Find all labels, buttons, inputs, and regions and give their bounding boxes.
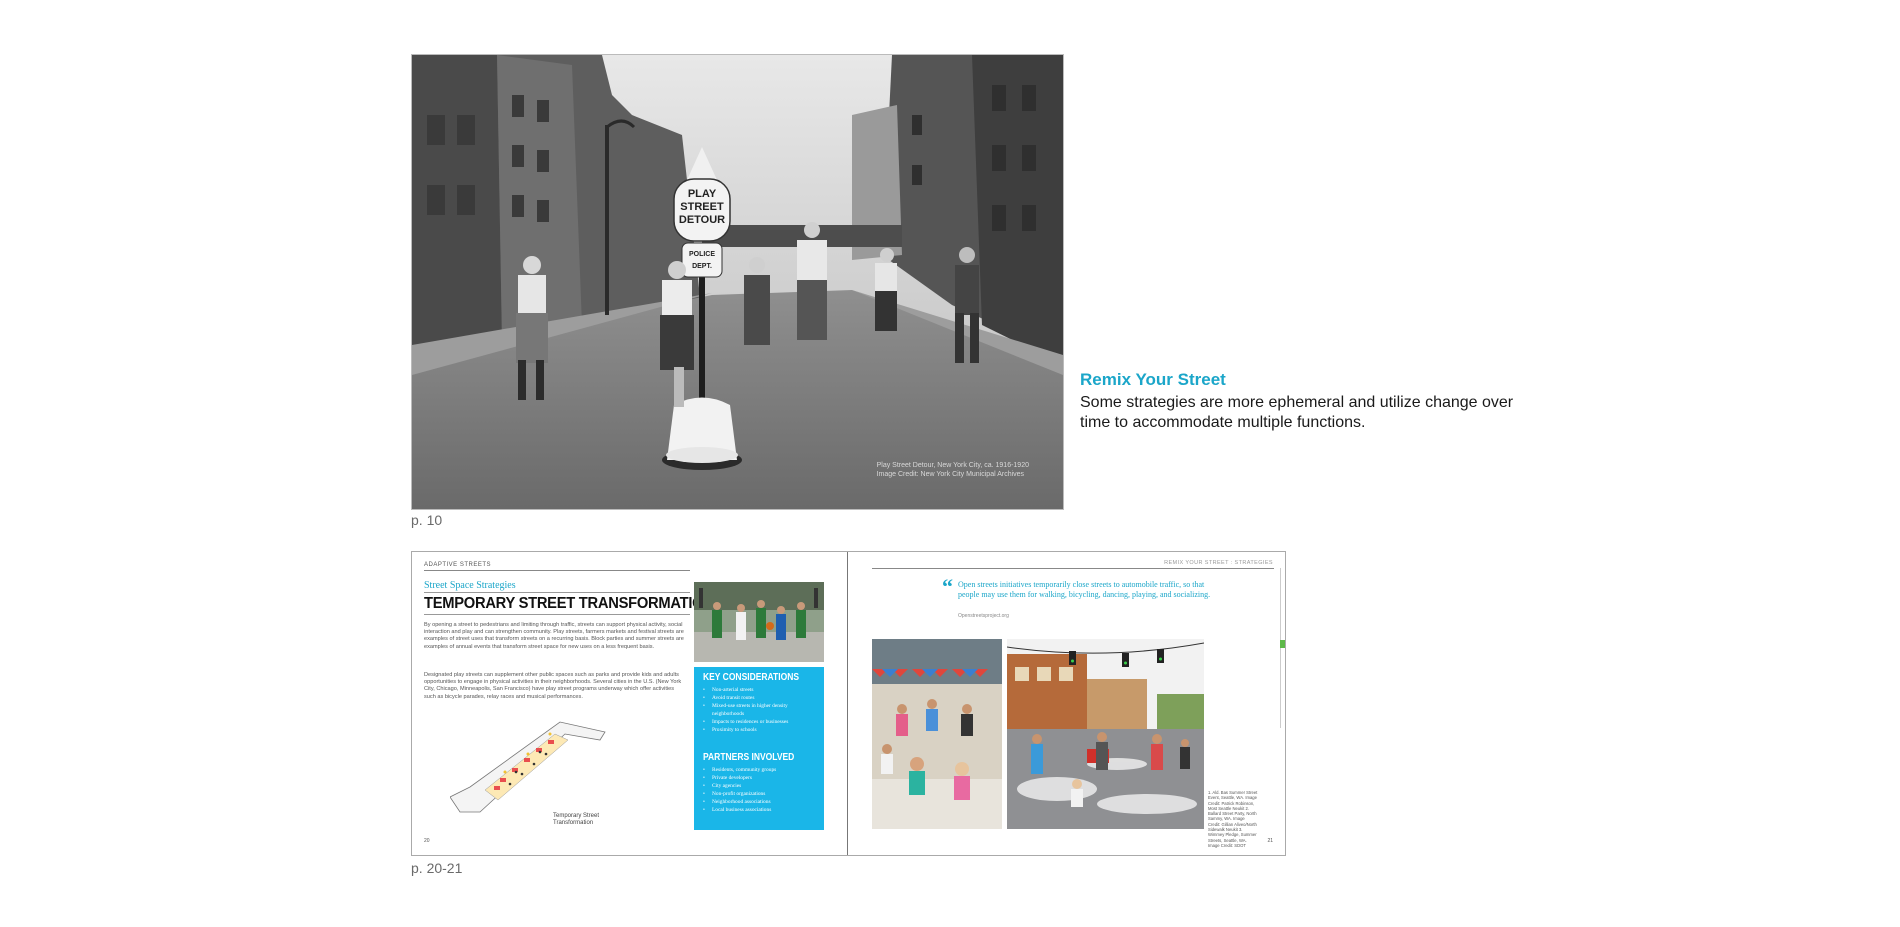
right-rule-top [872,568,1274,569]
partner-item: Local business associations [703,806,821,814]
partners-involved-title: PARTNERS INVOLVED [703,752,795,763]
photo-illustration: PLAY STREET DETOUR POLICE DEPT. [412,55,1063,509]
section-headline: TEMPORARY STREET TRANSFORMATION [424,595,714,612]
left-rule-top [424,570,690,571]
photo-credit-line-1: Play Street Detour, New York City, ca. 1… [876,462,1029,469]
intro-block: Remix Your Street Some strategies are mo… [1080,370,1520,433]
basketball-photo [694,582,824,662]
sign-line-1: PLAY [688,188,717,200]
left-page: ADAPTIVE STREETS Street Space Strategies… [412,552,847,855]
right-page: REMIX YOUR STREET : STRATEGIES “ Open st… [848,552,1285,855]
intro-title: Remix Your Street [1080,370,1226,389]
intro-text: Some strategies are more ephemeral and u… [1080,394,1514,431]
diagram-label: Temporary Street Transformation [553,813,599,827]
left-page-number: 20 [424,838,430,844]
page-caption-p20-21: p. 20-21 [411,860,463,876]
photo-caption: 1. Ald. Bas Summer Street Event, Seattle… [1208,790,1258,848]
street-party-photo [1007,639,1204,829]
sign-line-3: DETOUR [679,214,725,226]
key-item: Non-arterial streets [703,686,821,694]
key-considerations-title: KEY CONSIDERATIONS [703,672,800,683]
partner-item: Non-profit organizations [703,790,821,798]
left-rule-bottom [424,614,690,615]
right-running-head: REMIX YOUR STREET : STRATEGIES [1164,560,1273,566]
left-rule-mid [424,592,690,593]
page-spread: ADAPTIVE STREETS Street Space Strategies… [411,551,1286,856]
key-item: Proximity to schools [703,726,821,734]
quote-mark-icon: “ [942,574,953,599]
partners-list: Residents, community groups Private deve… [703,766,821,814]
right-page-number: 21 [1267,838,1273,844]
key-item: Impacts to residences or businesses [703,718,821,726]
pull-quote: Open streets initiatives temporarily clo… [958,580,1211,599]
key-considerations-list: Non-arterial streets Avoid transit route… [703,686,821,734]
play-street-photo: PLAY STREET DETOUR POLICE DEPT. Play Str… [411,54,1064,510]
sign-line-2: STREET [680,201,724,213]
quote-source: Openstreetsproject.org [958,613,1009,619]
sign-sub-1: POLICE [689,251,715,258]
partner-item: Private developers [703,774,821,782]
left-running-head: ADAPTIVE STREETS [424,562,492,568]
body-paragraph-2: Designated play streets can supplement o… [424,672,682,700]
sand-street-photo [872,639,1002,829]
photo-credit: Play Street Detour, New York City, ca. 1… [877,461,1029,479]
partner-item: City agencies [703,782,821,790]
diagram-label-line-1: Temporary Street [553,813,600,819]
section-kicker: Street Space Strategies [424,580,516,591]
partner-item: Residents, community groups [703,766,821,774]
page-caption-p10: p. 10 [411,512,443,528]
diagram-label-line-2: Transformation [553,820,594,826]
key-item: Avoid transit routes [703,694,821,702]
right-edge-line [1280,568,1281,728]
sign-sub-2: DEPT. [692,263,712,270]
key-considerations-box: KEY CONSIDERATIONS Non-arterial streets … [694,667,824,830]
key-item: Mixed-use streets in higher density neig… [703,702,821,718]
body-paragraph-1: By opening a street to pedestrians and l… [424,622,684,650]
photo-credit-line-2: Image Credit: New York City Municipal Ar… [876,471,1025,478]
section-tab-marker [1280,640,1285,648]
partner-item: Neighborhood associations [703,798,821,806]
